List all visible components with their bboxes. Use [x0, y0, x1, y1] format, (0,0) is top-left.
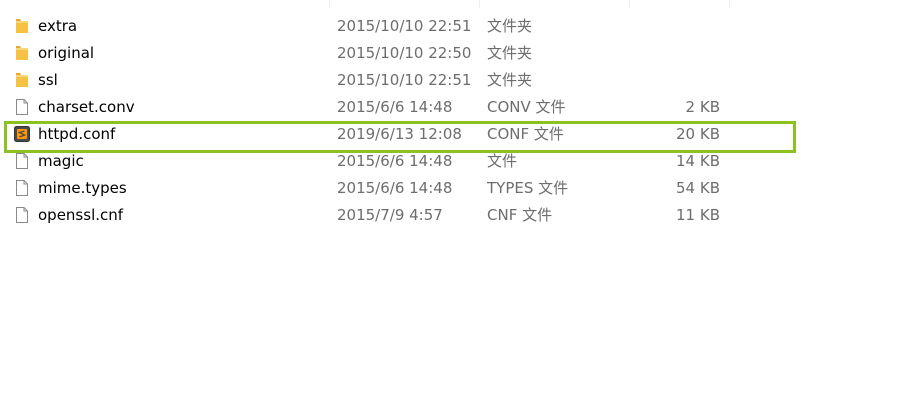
- file-name: mime.types: [38, 179, 127, 197]
- file-row-original[interactable]: original 2015/10/10 22:50 文件夹: [0, 40, 914, 67]
- folder-icon: [13, 17, 31, 35]
- file-size: 14 KB: [676, 152, 720, 170]
- file-row-mime-types[interactable]: mime.types 2015/6/6 14:48 TYPES 文件 54 KB: [0, 175, 914, 202]
- file-row-openssl-cnf[interactable]: openssl.cnf 2015/7/9 4:57 CNF 文件 11 KB: [0, 202, 914, 229]
- file-name: original: [38, 44, 95, 62]
- file-type: CONV 文件: [487, 98, 566, 116]
- file-row-charset-conv[interactable]: charset.conv 2015/6/6 14:48 CONV 文件 2 KB: [0, 94, 914, 121]
- file-type: CONF 文件: [487, 125, 564, 143]
- file-name: charset.conv: [38, 98, 135, 116]
- file-row-magic[interactable]: magic 2015/6/6 14:48 文件 14 KB: [0, 148, 914, 175]
- file-name: openssl.cnf: [38, 206, 124, 224]
- file-icon: [13, 206, 31, 224]
- file-icon: [13, 98, 31, 116]
- file-type: CNF 文件: [487, 206, 553, 224]
- file-modified-date: 2015/6/6 14:48: [337, 152, 453, 170]
- file-list: extra 2015/10/10 22:51 文件夹 original 2015…: [0, 13, 914, 229]
- file-size: 2 KB: [685, 98, 720, 116]
- file-modified-date: 2015/7/9 4:57: [337, 206, 443, 224]
- file-type: 文件夹: [487, 71, 533, 89]
- column-separator: [729, 0, 730, 8]
- file-row-extra[interactable]: extra 2015/10/10 22:51 文件夹: [0, 13, 914, 40]
- file-modified-date: 2015/10/10 22:50: [337, 44, 472, 62]
- file-name: httpd.conf: [38, 125, 116, 143]
- file-modified-date: 2015/6/6 14:48: [337, 179, 453, 197]
- file-name: magic: [38, 152, 84, 170]
- file-name: ssl: [38, 71, 58, 89]
- file-type: 文件夹: [487, 44, 533, 62]
- file-type: 文件夹: [487, 17, 533, 35]
- column-separator: [629, 0, 630, 8]
- folder-icon: [13, 44, 31, 62]
- file-row-ssl[interactable]: ssl 2015/10/10 22:51 文件夹: [0, 67, 914, 94]
- file-modified-date: 2015/10/10 22:51: [337, 71, 472, 89]
- file-name: extra: [38, 17, 78, 35]
- file-type: 文件: [487, 152, 518, 170]
- sublime-text-file-icon: [13, 125, 31, 143]
- file-row-httpd-conf[interactable]: httpd.conf 2019/6/13 12:08 CONF 文件 20 KB: [0, 121, 914, 148]
- file-icon: [13, 179, 31, 197]
- file-size: 11 KB: [676, 206, 720, 224]
- file-size: 20 KB: [676, 125, 720, 143]
- file-modified-date: 2019/6/13 12:08: [337, 125, 462, 143]
- column-separator: [329, 0, 330, 8]
- folder-icon: [13, 71, 31, 89]
- file-type: TYPES 文件: [487, 179, 569, 197]
- file-modified-date: 2015/10/10 22:51: [337, 17, 472, 35]
- column-separator: [479, 0, 480, 8]
- file-icon: [13, 152, 31, 170]
- file-size: 54 KB: [676, 179, 720, 197]
- file-modified-date: 2015/6/6 14:48: [337, 98, 453, 116]
